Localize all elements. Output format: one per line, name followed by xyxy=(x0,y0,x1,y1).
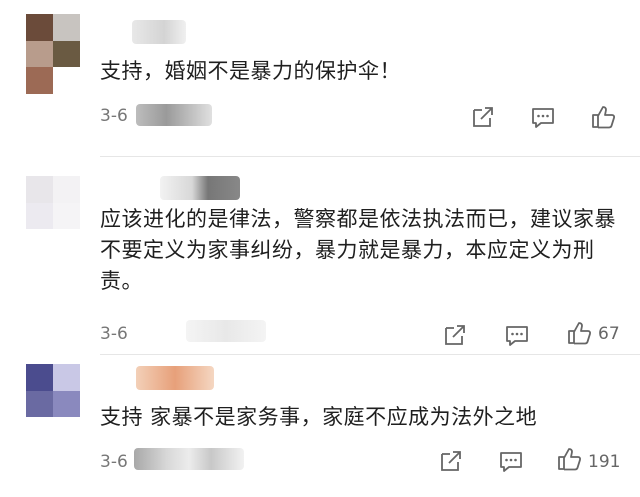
comment-button[interactable] xyxy=(530,104,556,130)
location-label xyxy=(136,104,212,126)
comment-text: 支持 家暴不是家务事，家庭不应成为法外之地 xyxy=(100,405,538,429)
share-icon xyxy=(473,107,493,127)
like-count: 191 xyxy=(588,452,621,472)
comment-item: 支持 家暴不是家务事，家庭不应成为法外之地 3-6 191 xyxy=(0,358,640,497)
divider xyxy=(100,354,640,355)
like-button[interactable] xyxy=(590,104,616,130)
username[interactable] xyxy=(132,20,186,44)
share-button[interactable] xyxy=(438,448,464,474)
like-button[interactable] xyxy=(556,446,582,472)
comment-date: 3-6 xyxy=(100,106,128,126)
comment-icon xyxy=(506,326,528,346)
location-label xyxy=(134,448,244,470)
avatar[interactable] xyxy=(26,14,80,94)
avatar[interactable] xyxy=(26,176,80,256)
comment-text: 应该进化的是律法，警察都是依法执法而已，建议家暴不要定义为家事纠纷，暴力就是暴力… xyxy=(100,207,616,293)
username[interactable] xyxy=(136,366,214,390)
comment-date: 3-6 xyxy=(100,452,128,472)
avatar[interactable] xyxy=(26,364,80,444)
comment-icon xyxy=(532,108,554,128)
comment-button[interactable] xyxy=(498,448,524,474)
share-button[interactable] xyxy=(442,322,468,348)
comment-icon xyxy=(500,452,522,472)
comment-item: 支持，婚姻不是暴力的保护伞！ 3-6 xyxy=(0,0,640,150)
username[interactable] xyxy=(160,176,240,200)
share-icon xyxy=(441,451,461,471)
share-button[interactable] xyxy=(470,104,496,130)
location-label xyxy=(186,320,266,342)
thumbs-up-icon xyxy=(558,448,582,471)
like-button[interactable] xyxy=(566,320,592,346)
share-icon xyxy=(445,325,465,345)
like-count: 67 xyxy=(598,324,620,344)
comment-date: 3-6 xyxy=(100,324,128,344)
thumbs-up-icon xyxy=(592,106,616,129)
thumbs-up-icon xyxy=(568,322,592,345)
comment-text: 支持，婚姻不是暴力的保护伞！ xyxy=(100,59,401,83)
comment-button[interactable] xyxy=(504,322,530,348)
divider xyxy=(100,156,640,157)
comment-item: 应该进化的是律法，警察都是依法执法而已，建议家暴不要定义为家事纠纷，暴力就是暴力… xyxy=(0,158,640,358)
